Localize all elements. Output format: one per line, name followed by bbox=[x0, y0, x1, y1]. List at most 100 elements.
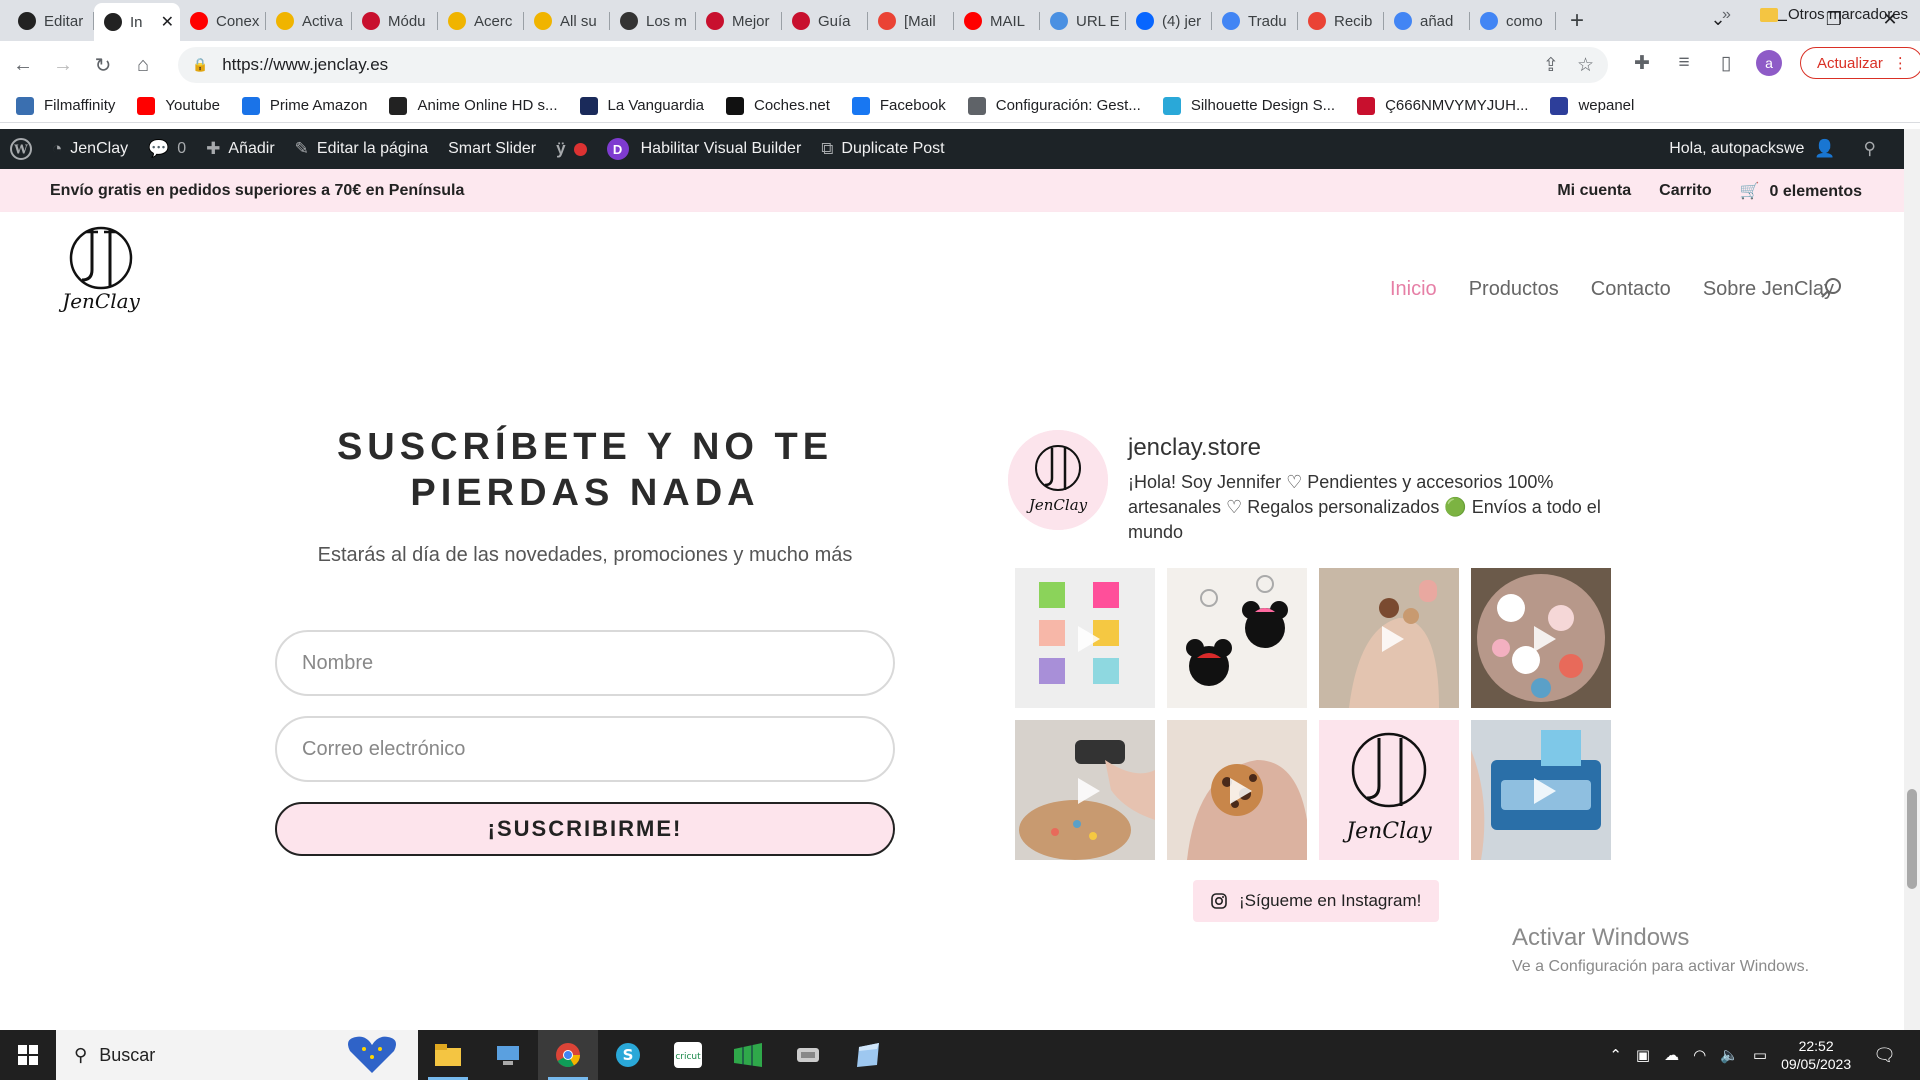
back-icon[interactable]: ← bbox=[6, 48, 40, 82]
reload-icon[interactable]: ↻ bbox=[86, 48, 120, 82]
taskbar-app-vm[interactable] bbox=[778, 1030, 838, 1080]
bookmark-item[interactable]: Youtube bbox=[137, 96, 220, 115]
bookmark-item[interactable]: La Vanguardia bbox=[579, 96, 704, 115]
instagram-post[interactable] bbox=[1471, 720, 1611, 860]
nav-item-productos[interactable]: Productos bbox=[1469, 278, 1559, 301]
visual-builder-link[interactable]: D Habilitar Visual Builder bbox=[597, 129, 812, 169]
wordpress-logo-menu[interactable]: W bbox=[0, 129, 42, 169]
battery-icon[interactable]: ▭ bbox=[1753, 1046, 1767, 1064]
taskbar-app-green[interactable] bbox=[718, 1030, 778, 1080]
instagram-post[interactable] bbox=[1015, 720, 1155, 860]
browser-tab[interactable]: All su bbox=[524, 4, 610, 38]
browser-tab[interactable]: Los m bbox=[610, 4, 696, 38]
notifications-icon[interactable]: 🗨 bbox=[1873, 1045, 1896, 1066]
taskbar-search[interactable]: ⚲ Buscar bbox=[56, 1030, 418, 1080]
bookmark-item[interactable]: Ç666NMVYMYJUH... bbox=[1357, 96, 1528, 115]
bookmarks-overflow-button[interactable]: » bbox=[1722, 6, 1731, 24]
admin-search[interactable]: ⚲ bbox=[1854, 129, 1894, 169]
tab-search-icon[interactable]: ⌄ bbox=[1690, 0, 1746, 38]
cart-summary[interactable]: 🛒 0 elementos bbox=[1740, 181, 1862, 201]
bookmark-item[interactable]: Prime Amazon bbox=[241, 96, 367, 115]
browser-tab[interactable]: (4) jer bbox=[1126, 4, 1212, 38]
taskbar-app-explorer[interactable] bbox=[478, 1030, 538, 1080]
duplicate-post-link[interactable]: ⧉ Duplicate Post bbox=[811, 129, 954, 169]
lock-icon[interactable]: 🔒 bbox=[192, 57, 208, 73]
add-new-menu[interactable]: ✚ Añadir bbox=[196, 129, 285, 169]
instagram-post[interactable] bbox=[1167, 720, 1307, 860]
url-text[interactable]: https://www.jenclay.es bbox=[222, 55, 388, 75]
browser-tab[interactable]: MAIL bbox=[954, 4, 1040, 38]
comments-menu[interactable]: 💬 0 bbox=[138, 129, 196, 169]
browser-tab[interactable]: Módu bbox=[352, 4, 438, 38]
browser-tab[interactable]: [Mail bbox=[868, 4, 954, 38]
taskbar-silhouette[interactable]: S bbox=[598, 1030, 658, 1080]
volume-icon[interactable]: 🔈 bbox=[1720, 1046, 1739, 1064]
onedrive-icon[interactable]: ☁ bbox=[1664, 1046, 1679, 1064]
email-field[interactable] bbox=[275, 716, 895, 782]
browser-tab[interactable]: Conexi bbox=[180, 4, 266, 38]
start-button[interactable] bbox=[0, 1030, 56, 1080]
smart-slider-menu[interactable]: Smart Slider bbox=[438, 129, 546, 169]
profile-avatar[interactable]: a bbox=[1756, 50, 1782, 76]
tab-close-icon[interactable]: ✕ bbox=[161, 12, 174, 32]
bookmark-item[interactable]: Configuración: Gest... bbox=[967, 96, 1141, 115]
instagram-post[interactable] bbox=[1319, 568, 1459, 708]
instagram-post[interactable] bbox=[1471, 568, 1611, 708]
browser-tab[interactable]: como bbox=[1470, 4, 1556, 38]
account-menu[interactable]: Hola, autopackswe 👤 bbox=[1659, 129, 1853, 169]
wifi-icon[interactable]: ◠ bbox=[1693, 1046, 1706, 1064]
new-tab-button[interactable]: + bbox=[1560, 4, 1594, 38]
subscribe-button[interactable]: ¡SUSCRIBIRME! bbox=[275, 802, 895, 856]
page-scrollbar[interactable] bbox=[1904, 129, 1920, 1030]
taskbar-chrome[interactable] bbox=[538, 1030, 598, 1080]
bookmark-item[interactable]: Filmaffinity bbox=[16, 96, 115, 115]
forward-icon[interactable]: → bbox=[46, 48, 80, 82]
site-name-menu[interactable]: ◔ JenClay bbox=[42, 129, 138, 169]
bookmark-item[interactable]: Silhouette Design S... bbox=[1162, 96, 1335, 115]
browser-tab[interactable]: In ✕ bbox=[94, 3, 180, 41]
yoast-menu[interactable]: ÿ bbox=[546, 129, 596, 169]
bookmark-item[interactable]: Facebook bbox=[851, 96, 946, 115]
extensions-icon[interactable]: ✚ bbox=[1630, 52, 1654, 75]
taskbar-file-explorer[interactable] bbox=[418, 1030, 478, 1080]
instagram-username[interactable]: jenclay.store bbox=[1128, 434, 1261, 462]
browser-tab[interactable]: Acerc bbox=[438, 4, 524, 38]
follow-instagram-button[interactable]: ¡Sígueme en Instagram! bbox=[1193, 880, 1440, 922]
bookmark-item[interactable]: Anime Online HD s... bbox=[389, 96, 558, 115]
browser-tab[interactable]: Activa bbox=[266, 4, 352, 38]
address-bar[interactable]: 🔒 https://www.jenclay.es ⇪ ☆ bbox=[178, 47, 1608, 83]
my-account-link[interactable]: Mi cuenta bbox=[1557, 182, 1631, 200]
browser-tab[interactable]: Guía bbox=[782, 4, 868, 38]
taskbar-cricut[interactable]: cricut bbox=[658, 1030, 718, 1080]
bookmark-item[interactable]: wepanel bbox=[1550, 96, 1634, 115]
home-icon[interactable]: ⌂ bbox=[126, 48, 160, 82]
taskbar-clock[interactable]: 22:52 09/05/2023 bbox=[1781, 1037, 1851, 1073]
instagram-post[interactable]: JenClay bbox=[1319, 720, 1459, 860]
instagram-avatar[interactable]: JenClay bbox=[1008, 430, 1108, 530]
name-field[interactable] bbox=[275, 630, 895, 696]
media-controls-icon[interactable]: ≡ bbox=[1672, 52, 1696, 74]
side-panel-icon[interactable]: ▯ bbox=[1714, 52, 1738, 75]
jenclay-logo[interactable]: JenClay bbox=[56, 218, 146, 318]
browser-tab[interactable]: añad bbox=[1384, 4, 1470, 38]
browser-tab[interactable]: Recib bbox=[1298, 4, 1384, 38]
cart-link[interactable]: Carrito bbox=[1659, 182, 1711, 200]
bookmark-star-icon[interactable]: ☆ bbox=[1577, 54, 1594, 77]
share-icon[interactable]: ⇪ bbox=[1543, 54, 1559, 77]
nav-item-contacto[interactable]: Contacto bbox=[1591, 278, 1671, 301]
update-button[interactable]: Actualizar ⋮ bbox=[1800, 47, 1920, 79]
site-search-icon[interactable] bbox=[1820, 276, 1844, 300]
instagram-post[interactable] bbox=[1167, 568, 1307, 708]
device-icon[interactable]: ▣ bbox=[1636, 1046, 1650, 1064]
instagram-post[interactable] bbox=[1015, 568, 1155, 708]
edit-page-link[interactable]: ✎ Editar la página bbox=[285, 129, 438, 169]
bookmark-item[interactable]: Coches.net bbox=[725, 96, 830, 115]
browser-tab[interactable]: Mejor bbox=[696, 4, 782, 38]
browser-tab[interactable]: Tradu bbox=[1212, 4, 1298, 38]
taskbar-app-notes[interactable] bbox=[838, 1030, 898, 1080]
browser-tab[interactable]: URL E bbox=[1040, 4, 1126, 38]
nav-item-inicio[interactable]: Inicio bbox=[1390, 278, 1437, 301]
other-bookmarks-folder[interactable]: Otros marcadores bbox=[1760, 6, 1908, 23]
browser-tab[interactable]: Editar bbox=[8, 4, 94, 38]
show-hidden-icons[interactable]: ⌃ bbox=[1609, 1046, 1622, 1064]
